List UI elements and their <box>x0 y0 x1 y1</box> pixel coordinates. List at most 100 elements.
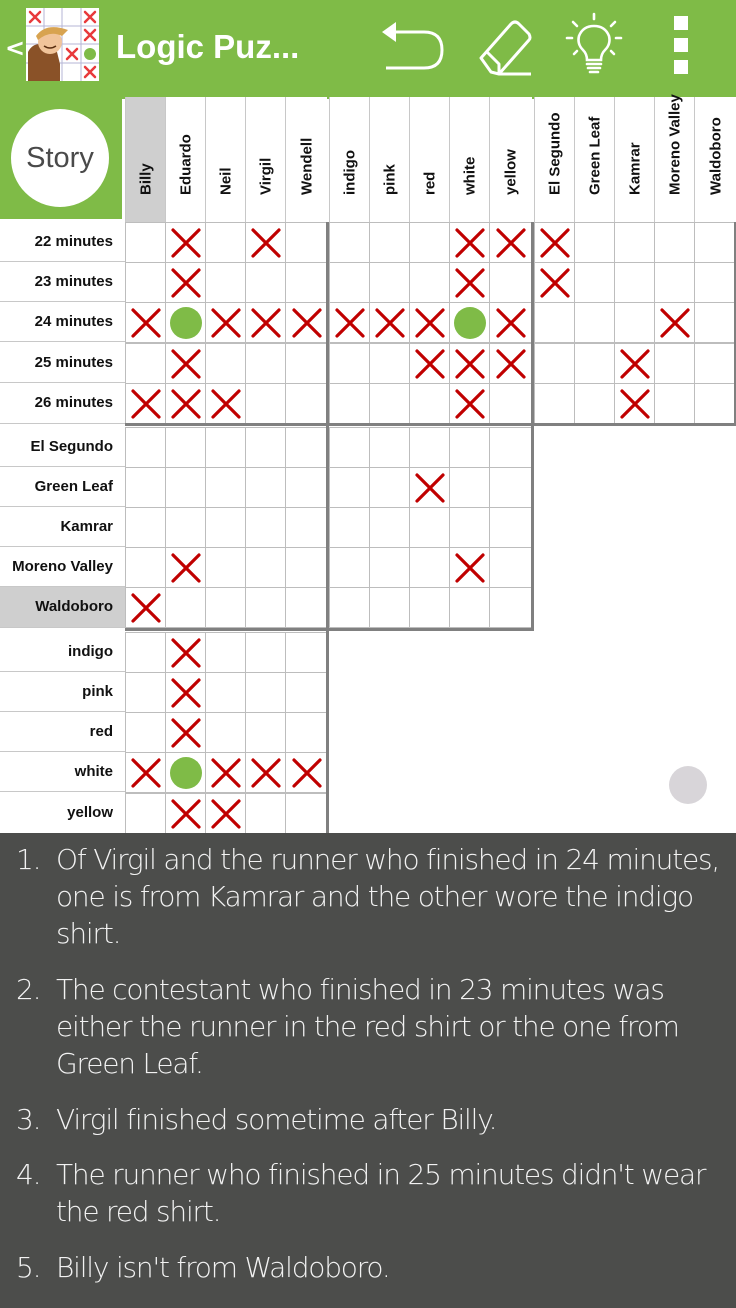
row-header[interactable]: indigo <box>0 632 125 672</box>
row-header[interactable]: 23 minutes <box>0 262 125 302</box>
grid-cell[interactable] <box>285 262 328 303</box>
column-header[interactable]: Eduardo <box>165 97 205 222</box>
grid-cell[interactable] <box>694 343 736 384</box>
grid-cell[interactable] <box>165 547 206 588</box>
undo-icon[interactable] <box>378 12 448 82</box>
row-header[interactable]: white <box>0 752 125 792</box>
column-header[interactable]: white <box>449 97 489 222</box>
grid-cell[interactable] <box>245 302 286 343</box>
grid-cell[interactable] <box>574 343 615 384</box>
scroll-handle[interactable] <box>669 766 707 804</box>
grid-cell[interactable] <box>245 467 286 508</box>
grid-cell[interactable] <box>125 547 166 588</box>
grid-cell[interactable] <box>285 752 328 793</box>
grid-cell[interactable] <box>534 302 575 343</box>
column-header[interactable]: El Segundo <box>534 97 574 222</box>
grid-cell[interactable] <box>165 752 206 793</box>
grid-cell[interactable] <box>285 467 328 508</box>
row-header[interactable]: yellow <box>0 793 125 834</box>
grid-cell[interactable] <box>205 343 246 384</box>
grid-cell[interactable] <box>574 383 615 424</box>
grid-cell[interactable] <box>694 383 736 424</box>
grid-cell[interactable] <box>245 752 286 793</box>
row-header[interactable]: 26 minutes <box>0 383 125 424</box>
grid-cell[interactable] <box>369 547 410 588</box>
column-header[interactable]: Billy <box>125 97 165 222</box>
grid-cell[interactable] <box>329 507 370 548</box>
grid-cell[interactable] <box>125 672 166 713</box>
column-header[interactable]: red <box>409 97 449 222</box>
grid-cell[interactable] <box>369 467 410 508</box>
grid-cell[interactable] <box>205 222 246 263</box>
grid-cell[interactable] <box>694 262 736 303</box>
grid-cell[interactable] <box>245 712 286 753</box>
grid-cell[interactable] <box>125 752 166 793</box>
grid-cell[interactable] <box>245 222 286 263</box>
row-header[interactable]: 22 minutes <box>0 222 125 262</box>
column-header[interactable]: Green Leaf <box>574 97 614 222</box>
grid-cell[interactable] <box>449 547 490 588</box>
grid-cell[interactable] <box>125 302 166 343</box>
story-button[interactable]: Story <box>11 109 109 207</box>
grid-cell[interactable] <box>449 343 490 384</box>
hint-lightbulb-icon[interactable] <box>559 12 629 82</box>
grid-cell[interactable] <box>369 343 410 384</box>
grid-cell[interactable] <box>205 302 246 343</box>
grid-cell[interactable] <box>329 547 370 588</box>
grid-cell[interactable] <box>449 302 490 343</box>
column-header[interactable]: Waldoboro <box>694 97 736 222</box>
grid-cell[interactable] <box>205 793 246 834</box>
grid-cell[interactable] <box>165 507 206 548</box>
grid-cell[interactable] <box>449 262 490 303</box>
grid-cell[interactable] <box>694 302 736 343</box>
grid-cell[interactable] <box>489 302 533 343</box>
grid-cell[interactable] <box>449 467 490 508</box>
grid-cell[interactable] <box>285 672 328 713</box>
grid-cell[interactable] <box>125 632 166 673</box>
grid-cell[interactable] <box>409 547 450 588</box>
grid-cell[interactable] <box>409 302 450 343</box>
grid-cell[interactable] <box>245 672 286 713</box>
grid-cell[interactable] <box>574 262 615 303</box>
grid-cell[interactable] <box>329 222 370 263</box>
grid-cell[interactable] <box>245 383 286 424</box>
grid-cell[interactable] <box>329 302 370 343</box>
grid-cell[interactable] <box>489 262 533 303</box>
grid-cell[interactable] <box>205 632 246 673</box>
grid-cell[interactable] <box>125 427 166 468</box>
grid-cell[interactable] <box>285 302 328 343</box>
grid-cell[interactable] <box>245 793 286 834</box>
grid-cell[interactable] <box>165 302 206 343</box>
grid-cell[interactable] <box>205 547 246 588</box>
grid-cell[interactable] <box>245 343 286 384</box>
grid-cell[interactable] <box>409 467 450 508</box>
column-header[interactable]: indigo <box>329 97 369 222</box>
grid-cell[interactable] <box>409 383 450 424</box>
grid-cell[interactable] <box>245 587 286 628</box>
row-header[interactable]: 25 minutes <box>0 343 125 383</box>
grid-cell[interactable] <box>694 222 736 263</box>
grid-cell[interactable] <box>125 507 166 548</box>
grid-cell[interactable] <box>329 467 370 508</box>
grid-cell[interactable] <box>245 427 286 468</box>
grid-cell[interactable] <box>205 587 246 628</box>
grid-cell[interactable] <box>285 507 328 548</box>
grid-cell[interactable] <box>449 507 490 548</box>
grid-cell[interactable] <box>205 507 246 548</box>
grid-cell[interactable] <box>165 793 206 834</box>
grid-cell[interactable] <box>245 547 286 588</box>
grid-cell[interactable] <box>489 222 533 263</box>
grid-cell[interactable] <box>125 222 166 263</box>
grid-cell[interactable] <box>125 712 166 753</box>
grid-cell[interactable] <box>205 427 246 468</box>
grid-cell[interactable] <box>285 632 328 673</box>
grid-cell[interactable] <box>285 427 328 468</box>
grid-cell[interactable] <box>245 507 286 548</box>
grid-cell[interactable] <box>369 427 410 468</box>
grid-cell[interactable] <box>409 222 450 263</box>
grid-cell[interactable] <box>329 587 370 628</box>
grid-cell[interactable] <box>285 222 328 263</box>
grid-cell[interactable] <box>205 752 246 793</box>
grid-cell[interactable] <box>329 383 370 424</box>
grid-cell[interactable] <box>165 712 206 753</box>
